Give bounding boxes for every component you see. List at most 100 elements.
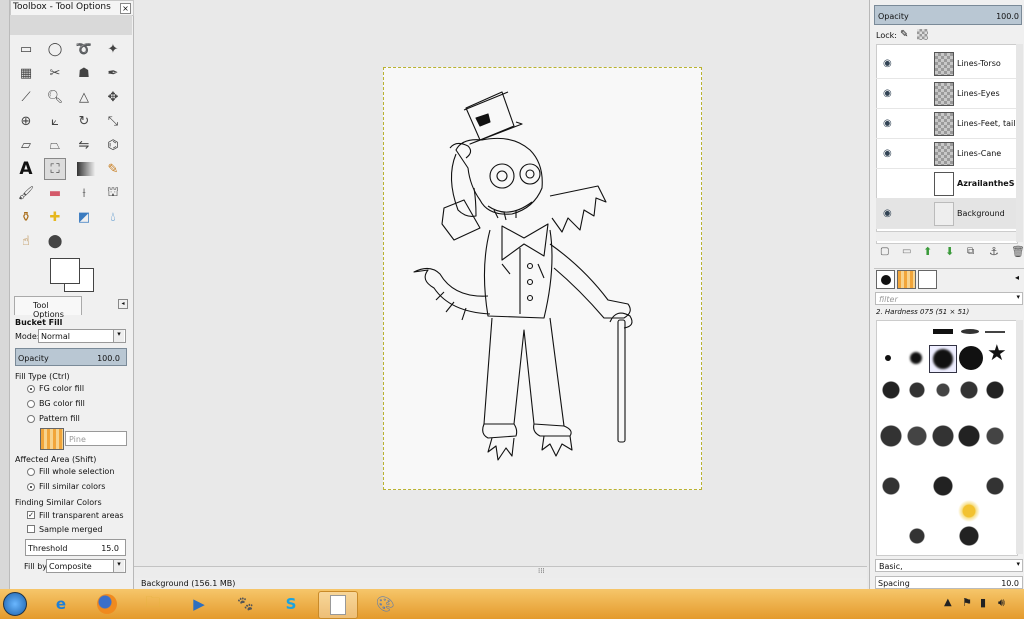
paintbrush-icon[interactable]: 🖌︎ [15, 182, 37, 204]
fill-transparent-checkbox[interactable]: ✓ [27, 511, 35, 519]
layer-row[interactable]: ◉ Lines-Cane [876, 138, 1016, 169]
firefox-icon[interactable] [88, 591, 126, 617]
brush-star[interactable]: ★ [987, 343, 1007, 365]
free-select-icon[interactable]: ➰ [73, 38, 95, 60]
start-button[interactable] [0, 591, 30, 617]
network-icon[interactable]: ▮ [980, 596, 986, 609]
sample-merged-checkbox[interactable] [27, 525, 35, 533]
gimp-icon[interactable]: 🐾︎ [226, 591, 264, 617]
blur-icon[interactable]: 💧︎ [102, 206, 124, 228]
tab-menu-icon[interactable]: ◂ [1015, 273, 1019, 282]
layer-row-selected[interactable]: ◉ Background [876, 198, 1016, 229]
new-group-icon[interactable]: ▭ [902, 246, 911, 257]
dodge-burn-icon[interactable]: ⬤ [44, 230, 66, 252]
shear-icon[interactable]: ▱ [15, 134, 37, 156]
perspective-icon[interactable]: ⏢ [44, 134, 66, 156]
cage-icon[interactable]: ⌬ [102, 134, 124, 156]
raise-layer-icon[interactable]: ⬆ [923, 245, 932, 258]
fill-by-select[interactable]: Composite ▾ [46, 559, 126, 573]
fg-fill-radio[interactable] [27, 385, 35, 393]
pattern-fill-radio[interactable] [27, 415, 35, 423]
flip-icon[interactable]: ⇋ [73, 134, 95, 156]
foreground-select-icon[interactable]: ☗ [73, 62, 95, 84]
anchor-icon[interactable]: ⚓ [989, 245, 999, 258]
brush-vscrollbar[interactable] [1016, 320, 1023, 554]
media-player-icon[interactable]: ▶ [180, 591, 218, 617]
layer-row[interactable]: ◉ Lines-Torso [876, 48, 1016, 79]
layer-row[interactable]: AzrailantheScor [876, 168, 1016, 199]
measure-icon[interactable]: △ [73, 86, 95, 108]
tab-menu-icon[interactable]: ◂ [118, 299, 128, 309]
ink-icon[interactable]: ⛫ [102, 182, 124, 204]
wilber-drop-area[interactable] [10, 15, 132, 35]
scissors-icon[interactable]: ✂ [44, 62, 66, 84]
color-picker-icon[interactable]: ⟋ [15, 86, 37, 108]
align-icon[interactable]: ⊕ [15, 110, 37, 132]
threshold-slider[interactable]: Threshold 15.0 [25, 539, 126, 556]
eye-icon[interactable]: ◉ [883, 118, 892, 129]
eye-icon[interactable]: ◉ [883, 208, 892, 219]
opacity-slider[interactable]: Opacity 100.0 [15, 348, 127, 366]
airbrush-icon[interactable]: ⟊ [73, 182, 95, 204]
fuzzy-select-icon[interactable]: ✦ [102, 38, 124, 60]
brush-grid[interactable]: ★ [876, 320, 1018, 556]
pattern-preview[interactable] [40, 428, 64, 450]
close-icon[interactable]: × [120, 3, 131, 14]
fill-whole-radio[interactable] [27, 468, 35, 476]
heal-icon[interactable]: ✚ [44, 206, 66, 228]
skype-icon[interactable]: S [272, 591, 310, 617]
tab-tool-options[interactable]: Tool Options [14, 296, 82, 319]
layer-row[interactable]: ◉ Lines-Feet, tail, w [876, 108, 1016, 139]
tab-brushes[interactable] [876, 270, 895, 289]
layers-hscrollbar[interactable] [876, 231, 1016, 241]
color-select-icon[interactable]: ▦ [15, 62, 37, 84]
brush-block-fuzzy[interactable] [961, 329, 979, 334]
crop-icon[interactable]: ⟀ [44, 110, 66, 132]
eraser-icon[interactable]: ▬ [44, 182, 66, 204]
brush-hard-large[interactable] [959, 346, 983, 370]
eye-icon[interactable]: ◉ [883, 148, 892, 159]
brush-filter-input[interactable]: filter ▾ [875, 292, 1023, 305]
eye-icon[interactable]: ◉ [883, 58, 892, 69]
mode-select[interactable]: Normal ▾ [38, 329, 126, 343]
brush-preset-select[interactable]: Basic, ▾ [875, 559, 1023, 572]
tray-arrow-icon[interactable]: ▲ [944, 597, 952, 608]
fill-similar-radio[interactable] [27, 483, 35, 491]
fg-bg-color-swatches[interactable] [50, 258, 94, 292]
bucket-fill-icon[interactable]: ⛶ [44, 158, 66, 180]
brush-textures[interactable] [877, 376, 1017, 551]
tab-gradients[interactable] [918, 270, 937, 289]
scale-icon[interactable]: ⤡ [102, 110, 124, 132]
layers-vscrollbar[interactable] [1016, 44, 1023, 242]
lower-layer-icon[interactable]: ⬇ [945, 245, 954, 258]
bg-fill-radio[interactable] [27, 400, 35, 408]
rotate-icon[interactable]: ↻ [73, 110, 95, 132]
duplicate-layer-icon[interactable]: ⧉ [967, 246, 974, 257]
ellipse-select-icon[interactable]: ◯ [44, 38, 66, 60]
text-tool-icon[interactable]: A [15, 158, 37, 180]
foreground-color[interactable] [50, 258, 80, 284]
delete-layer-icon[interactable]: 🗑︎ [1011, 245, 1024, 258]
brush-tiny[interactable] [885, 355, 891, 361]
brush-block[interactable] [933, 329, 953, 334]
move-icon[interactable]: ✥ [102, 86, 124, 108]
brush-selected[interactable] [929, 345, 957, 373]
blend-icon[interactable] [77, 162, 95, 176]
pencil-icon[interactable]: ✎ [102, 158, 124, 180]
lock-alpha-icon[interactable] [917, 29, 928, 40]
brush-soft-small[interactable] [910, 352, 922, 364]
volume-icon[interactable]: 🔊︎ [998, 596, 1005, 610]
internet-explorer-icon[interactable]: e [42, 591, 80, 617]
file-explorer-icon[interactable]: 🗀︎ [134, 591, 172, 617]
tab-patterns[interactable] [897, 270, 916, 289]
rect-select-icon[interactable]: ▭ [15, 38, 37, 60]
layer-opacity-slider[interactable]: Opacity 100.0 [874, 5, 1022, 25]
smudge-icon[interactable]: ☝ [15, 230, 37, 252]
perspective-clone-icon[interactable]: ◩ [73, 206, 95, 228]
new-layer-icon[interactable]: ▢ [880, 246, 889, 257]
spacing-slider[interactable]: Spacing 10.0 [875, 576, 1023, 589]
clone-icon[interactable]: ⚱ [15, 206, 37, 228]
flag-icon[interactable]: ⚑ [962, 596, 972, 609]
paths-icon[interactable]: ✒ [102, 62, 124, 84]
pattern-name-field[interactable]: Pine [65, 431, 127, 446]
